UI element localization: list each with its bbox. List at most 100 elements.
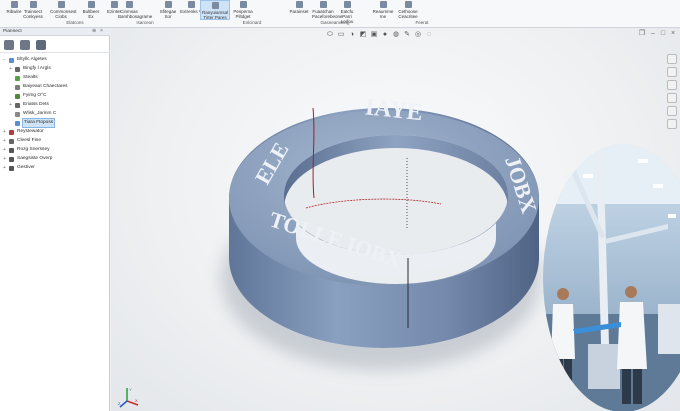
feature-icon [9,130,14,135]
ribbon-button-icon [319,1,327,8]
ribbon-button-icon [87,1,95,8]
ribbon-group-label: Feerat [415,20,429,25]
scientist-left [551,304,575,359]
tree-item[interactable]: + Bingfy l Argls [0,65,110,73]
ribbon-button-icon [379,1,387,8]
tree-expander-icon[interactable]: + [3,146,7,154]
tree-item[interactable]: + Eriatss Dets [0,101,110,109]
ribbon-button[interactable]: Cinmsas Barshbosagrame [118,0,152,20]
tree-item-label: Tiara Ftoposs [21,118,56,128]
feature-icon [15,94,20,99]
ribbon-button-icon [187,1,195,8]
pin-icon[interactable]: ⊕ [92,29,97,34]
ribbon-button-label: Ranyuiamsal Tirter Pares [201,10,228,20]
feature-icon [15,85,20,90]
tree-item-label: Eltyllc Algetes [17,57,47,62]
ribbon-button-icon [10,1,18,8]
tree-item-label: Eriatss Dets [23,102,49,107]
ribbon-button[interactable]: Extrenks V [180,0,202,20]
ribbon-button-icon [295,1,303,8]
tree-expander-icon[interactable]: + [3,128,7,136]
feature-icon [15,112,20,117]
ribbon-button[interactable]: Bultbeer Ex [80,0,102,20]
panel-collapse-icon[interactable] [0,220,3,230]
tree-item[interactable]: Baiyeaut Chaectares [0,83,110,91]
feature-tree-panel: Piannect ⊕ × − Eltyllc Algetes + Bingfy l A… [0,28,110,411]
feature-icon [15,67,20,72]
ribbon-group-label: Isarceon [136,20,154,25]
tree-item[interactable]: + Gestiver [0,164,110,172]
ribbon-button-label: Ribwire [6,9,22,14]
panel-title: Piannect [3,29,22,34]
ribbon-button-label: Bultbeer Ex [82,9,100,19]
ribbon-button-icon [29,1,37,8]
ribbon-button[interactable]: Cethoose Ceacritee [397,0,419,20]
feature-icon [15,76,20,81]
ribbon-button-icon [57,1,65,8]
ribbon-button-icon [125,1,133,8]
ribbon-button[interactable]: Commonsest Ciobs [50,0,77,20]
tree-expander-icon[interactable]: + [9,101,13,109]
tree-item-label: Fyimg O°C [23,93,47,98]
tree-item[interactable]: + Cleesl Fine [0,137,110,145]
ribbon-button-icon [343,1,351,8]
inset-photo [543,144,680,411]
tree-expander-icon[interactable]: + [3,137,7,145]
tree-item[interactable]: + Saegsiste Overp [0,155,110,163]
ribbon-button[interactable]: Sfitegae Sor [157,0,179,20]
tree-item-label: Stealts [23,75,38,80]
tree-item[interactable]: Stealts [0,74,110,82]
tree-item[interactable]: Tiara Ftoposs [0,118,110,128]
ribbon-button-icon [211,2,219,9]
axis-y-label: Y [129,387,132,392]
ribbon-button-icon [110,1,118,8]
ribbon-button-label: Pesperna Piltdget [233,9,253,19]
scientist-right [617,302,647,369]
feature-icon [9,166,14,171]
axis-x-label: X [135,398,138,403]
ribbon-button[interactable]: Ranyuiamsal Tirter Pares [200,0,230,20]
ribbon-button-label: Commonsest Ciobs [50,9,77,19]
tree-expander-icon[interactable]: + [9,65,13,73]
tree-item-label: Bingfy l Argls [23,66,51,71]
ribbon-button[interactable]: Trainsect Conkyess [22,0,44,20]
feature-icon [9,58,14,63]
feature-icon [15,121,20,126]
close-icon[interactable]: × [100,29,105,34]
tree-item-label: Baiyeaut Chaectares [23,84,68,89]
ribbon-button-label: Trainsect Conkyess [23,9,43,19]
configuration-icon[interactable] [36,40,46,50]
feature-tree-icon[interactable] [4,40,14,50]
tree-item-label: Gestiver [17,165,35,170]
cad-application: Ribwire Trainsect Conkyess Commonsest Ciob… [0,0,680,411]
ribbon-button[interactable]: Fuaatchan Paceforebeone [312,0,343,20]
property-manager-icon[interactable] [20,40,30,50]
ribbon-button[interactable]: Pesperna Piltdget [232,0,254,20]
ribbon-toolbar: Ribwire Trainsect Conkyess Commonsest Ciob… [0,0,680,28]
ribbon-button[interactable]: Reaumme Ine [372,0,394,20]
tree-item[interactable]: Wlisk_Jarinm C [0,110,110,118]
ribbon-button-icon [239,1,247,8]
ribbon-button-label: Cinmsas Barshbosagrame [118,9,153,19]
ribbon-group-label: Gasneamcting [320,20,350,25]
ribbon-button[interactable]: Eatcfu Parri Lorfou [336,0,358,24]
ribbon-button-label: Sfitegae Sor [159,9,177,19]
tree-item[interactable]: + Reystewator [0,128,110,136]
tree-item-label: Wlisk_Jarinm C [23,111,57,116]
ribbon-button-label: Extrenks V [180,9,202,14]
tree-item[interactable]: − Eltyllc Algetes [0,56,110,64]
axis-triad: Y X Z [118,387,139,408]
tree-item-label: Reystewator [17,129,44,134]
tree-item[interactable]: + Rozg Snerssey [0,146,110,154]
tree-expander-icon[interactable]: + [3,155,7,163]
ribbon-button[interactable]: Parainset [288,0,310,20]
ribbon-group-label: Enlcinard [242,20,262,25]
tree-item-label: Saegsiste Overp [17,156,53,161]
panel-toolbar [0,37,110,53]
ribbon-button-icon [404,1,412,8]
tree-expander-icon[interactable]: − [3,56,7,64]
ribbon-button-label: Parainset [289,9,309,14]
tree-expander-icon[interactable]: + [3,164,7,172]
tree-item[interactable]: Fyimg O°C [0,92,110,100]
panel-header: Piannect ⊕ × [0,28,110,36]
